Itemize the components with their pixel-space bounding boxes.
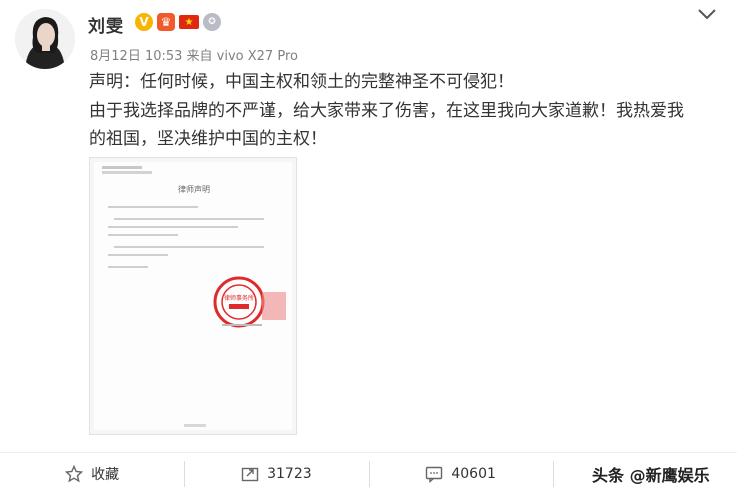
watermark: 头条 @新鹰娱乐 bbox=[588, 462, 714, 486]
author-badges: V ♛ ★ ✪ bbox=[135, 13, 221, 31]
post-text: 声明：任何时候，中国主权和领土的完整神圣不可侵犯！ 由于我选择品牌的不严谨，给大… bbox=[89, 68, 719, 154]
chevron-down-icon[interactable] bbox=[696, 4, 718, 24]
author-name[interactable]: 刘雯 bbox=[88, 12, 124, 37]
comment-count: 40601 bbox=[451, 465, 496, 482]
favorite-button[interactable]: 收藏 bbox=[0, 453, 184, 494]
stamp-mark bbox=[262, 292, 286, 320]
post-paragraph-2-line-2: 的祖国，坚决维护中国的主权！ bbox=[89, 129, 327, 149]
favorite-label: 收藏 bbox=[91, 466, 120, 483]
china-flag-icon: ★ bbox=[179, 15, 199, 29]
weibo-post-card: 刘雯 V ♛ ★ ✪ 8月12日 10:53 来自 vivo X27 Pro 声… bbox=[0, 0, 737, 500]
star-icon bbox=[65, 464, 84, 482]
document-title: 律师声明 bbox=[178, 184, 210, 194]
post-paragraph-1: 声明：任何时候，中国主权和领土的完整神圣不可侵犯！ bbox=[89, 72, 514, 92]
attached-image[interactable]: 律师声明 律师事务所 bbox=[89, 157, 297, 435]
repost-icon bbox=[241, 467, 259, 481]
medal-icon: ✪ bbox=[203, 13, 221, 31]
post-paragraph-2-line-1: 由于我选择品牌的不严谨，给大家带来了伤害，在这里我向大家道歉！我热爱我 bbox=[89, 100, 684, 121]
comment-icon bbox=[426, 466, 443, 483]
post-meta: 8月12日 10:53 来自 vivo X27 Pro bbox=[90, 49, 298, 64]
verified-icon: V bbox=[135, 13, 153, 31]
repost-button[interactable]: 31723 bbox=[184, 453, 368, 494]
avatar-image bbox=[15, 9, 75, 69]
avatar[interactable] bbox=[15, 9, 75, 69]
comment-button[interactable]: 40601 bbox=[368, 453, 553, 494]
seal-text: 律师事务所 bbox=[224, 294, 254, 302]
crown-icon: ♛ bbox=[157, 13, 175, 31]
lawyer-statement-document: 律师声明 律师事务所 bbox=[94, 162, 292, 430]
document-content: 律师声明 律师事务所 bbox=[102, 166, 286, 427]
repost-count: 31723 bbox=[267, 465, 312, 482]
